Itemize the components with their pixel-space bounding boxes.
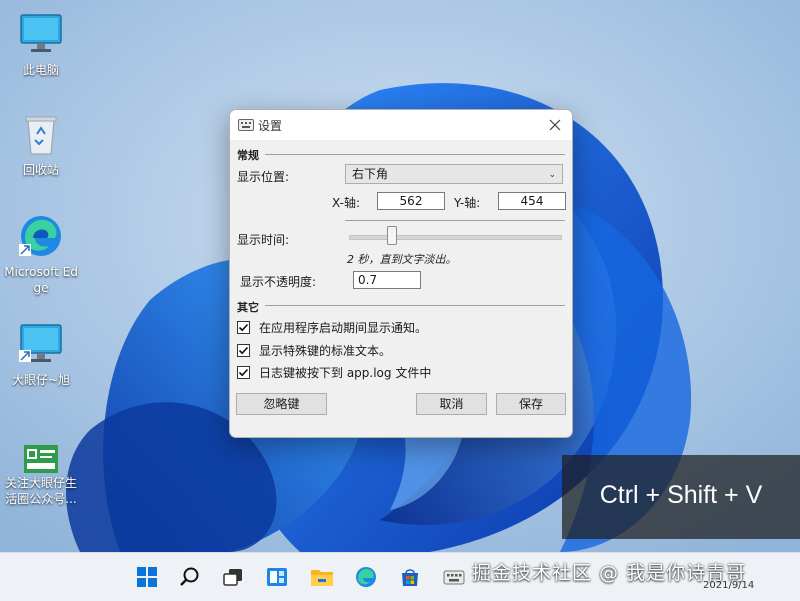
desktop-icon-this-pc[interactable]: 此电脑 <box>3 10 79 78</box>
desktop-icon-recycle-bin[interactable]: 回收站 <box>3 110 79 178</box>
dialog-titlebar[interactable]: 设置 <box>230 110 572 140</box>
position-value: 右下角 <box>352 167 389 181</box>
duration-slider-track[interactable] <box>349 235 562 240</box>
duration-slider-thumb[interactable] <box>387 226 397 245</box>
search-button[interactable] <box>176 563 204 591</box>
keyboard-icon <box>238 118 254 135</box>
qrcode-icon <box>24 445 58 473</box>
tray-date[interactable]: 2021/9/14 <box>703 580 754 591</box>
save-button[interactable]: 保存 <box>496 393 566 415</box>
close-button[interactable] <box>542 113 568 137</box>
checkbox-row-log-keys[interactable]: 日志键被按下到 app.log 文件中 <box>237 364 431 381</box>
desktop-icon-label: 关注大眼仔生活圈公众号... <box>4 476 77 506</box>
edge-taskbar-button[interactable] <box>352 563 380 591</box>
position-label: 显示位置: <box>237 170 290 184</box>
desktop-icon-label: 此电脑 <box>22 63 59 77</box>
desktop-icon-qrcode[interactable]: 关注大眼仔生活圈公众号... <box>1 445 81 507</box>
desktop-icon-label: 大眼仔~旭 <box>11 373 71 387</box>
checkbox-label: 显示特殊键的标准文本。 <box>259 344 392 358</box>
file-explorer-button[interactable] <box>308 563 336 591</box>
section-other-header: 其它 <box>237 301 259 314</box>
desktop-icon-label: Microsoft Edge <box>4 265 78 295</box>
checkbox[interactable] <box>237 366 250 379</box>
x-axis-value: 562 <box>399 194 423 208</box>
duration-note: 2 秒，直到文字淡出。 <box>347 253 457 266</box>
keyboard-app-button[interactable] <box>440 563 468 591</box>
x-axis-input[interactable]: 562 <box>377 192 445 210</box>
duration-label: 显示时间: <box>237 233 290 247</box>
start-icon <box>137 567 157 587</box>
section-separator <box>265 154 565 155</box>
checkbox-row-special-keys[interactable]: 显示特殊键的标准文本。 <box>237 342 391 359</box>
monitor-shortcut-icon <box>17 320 65 368</box>
opacity-value: 0.7 <box>358 273 378 287</box>
chevron-down-icon: ⌄ <box>548 170 556 180</box>
x-axis-label: X-轴: <box>332 196 360 210</box>
edge-icon <box>356 567 376 587</box>
task-view-icon <box>223 569 242 586</box>
field-separator <box>345 220 565 221</box>
section-separator <box>265 305 565 306</box>
position-dropdown[interactable]: 右下角 ⌄ <box>345 164 563 184</box>
keyboard-app-icon <box>443 570 465 585</box>
store-icon <box>402 569 418 586</box>
desktop-icon-label: 回收站 <box>22 163 59 177</box>
y-axis-input[interactable]: 454 <box>498 192 566 210</box>
recycle-bin-icon <box>17 110 65 158</box>
section-general-header: 常规 <box>237 149 259 162</box>
checkbox-label: 日志键被按下到 app.log 文件中 <box>259 366 432 380</box>
monitor-icon <box>17 10 65 58</box>
widgets-button[interactable] <box>263 563 291 591</box>
checkbox[interactable] <box>237 321 250 334</box>
close-icon <box>549 119 561 131</box>
checkbox-label: 在应用程序启动期间显示通知。 <box>259 321 428 335</box>
ignore-keys-button[interactable]: 忽略键 <box>236 393 327 415</box>
start-button[interactable] <box>133 563 161 591</box>
key-display-text: Ctrl + Shift + V <box>599 481 763 509</box>
opacity-label: 显示不透明度: <box>240 275 317 289</box>
desktop-icon-edge[interactable]: Microsoft Edge <box>3 212 79 296</box>
checkmark-icon <box>238 323 249 332</box>
task-view-button[interactable] <box>219 563 247 591</box>
y-axis-label: Y-轴: <box>454 196 481 210</box>
y-axis-value: 454 <box>520 194 544 208</box>
file-explorer-icon <box>311 570 333 586</box>
store-button[interactable] <box>396 563 424 591</box>
desktop-icon-shortcut[interactable]: 大眼仔~旭 <box>3 320 79 388</box>
checkbox-row-startup-notification[interactable]: 在应用程序启动期间显示通知。 <box>237 319 427 336</box>
key-display-overlay: Ctrl + Shift + V <box>562 455 800 539</box>
checkbox[interactable] <box>237 344 250 357</box>
widgets-icon <box>267 568 287 586</box>
opacity-input[interactable]: 0.7 <box>353 271 421 289</box>
checkmark-icon <box>238 346 249 355</box>
cancel-button[interactable]: 取消 <box>416 393 487 415</box>
checkmark-icon <box>238 368 249 377</box>
dialog-title: 设置 <box>258 119 283 133</box>
edge-icon <box>17 212 65 260</box>
search-icon <box>180 567 199 586</box>
settings-dialog: 设置 常规 显示位置: 右下角 ⌄ X-轴: 562 Y-轴: 454 显示时间… <box>229 109 573 438</box>
